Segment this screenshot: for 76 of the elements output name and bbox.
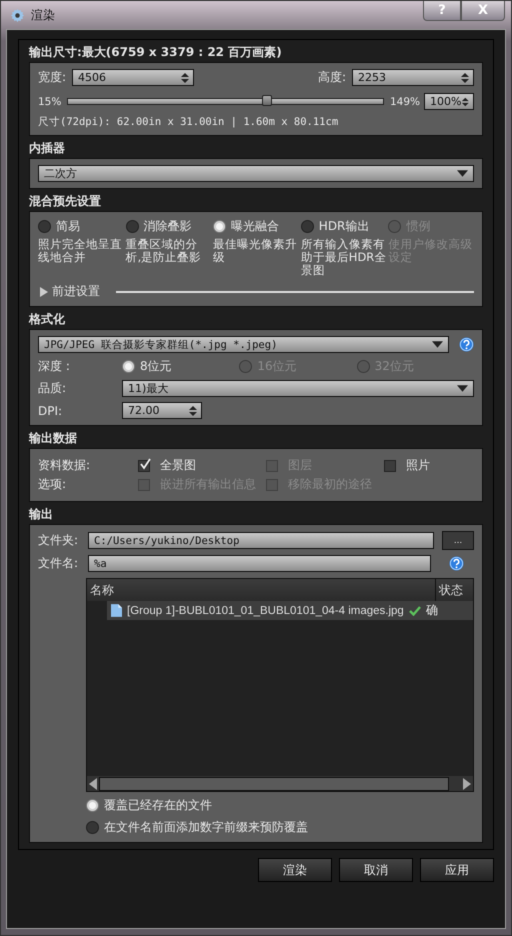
field-label: 宽度:: [38, 69, 66, 86]
field-label: 高度:: [318, 69, 346, 86]
scroll-left-icon[interactable]: [89, 778, 97, 790]
percent-spinbox[interactable]: 100%: [424, 93, 474, 110]
dialog-button[interactable]: 渲染: [258, 858, 332, 882]
field-label: 资料数据:: [38, 457, 92, 474]
spin-arrows-icon[interactable]: [460, 72, 470, 84]
field-label: 品质:: [38, 380, 68, 397]
gear-icon: [10, 8, 25, 22]
slider-thumb[interactable]: [262, 95, 272, 106]
radio-label: HDR输出: [318, 218, 370, 235]
radio-label: 简易: [56, 218, 80, 235]
field-label: 选项:: [38, 476, 68, 493]
checkbox-label: 照片: [406, 457, 430, 474]
field-label: 深度 :: [38, 358, 71, 375]
radio-button[interactable]: [213, 220, 226, 233]
format-dropdown[interactable]: JPG/JPEG 联合摄影专家群组(*.jpg *.jpeg): [38, 336, 449, 353]
section-title: 输出: [29, 506, 54, 523]
scroll-right-icon[interactable]: [463, 778, 471, 790]
section-title: 内插器: [29, 140, 66, 157]
radio-label: 消除叠影: [144, 218, 192, 235]
option-description: 最佳曝光像素升级: [213, 238, 298, 264]
dpi-spinbox[interactable]: 72.00: [122, 402, 202, 419]
file-icon: [111, 604, 122, 617]
help-icon[interactable]: [459, 337, 474, 352]
radio-button[interactable]: [38, 220, 51, 233]
radio-button[interactable]: [122, 360, 135, 373]
table-cell: 确: [426, 602, 438, 619]
horizontal-scrollbar[interactable]: [87, 776, 473, 791]
expand-icon[interactable]: [40, 286, 48, 296]
dialog-button[interactable]: 应用: [420, 858, 494, 882]
checkbox[interactable]: [384, 460, 396, 472]
spin-arrows-icon[interactable]: [180, 72, 190, 84]
height-spinbox[interactable]: 2253: [352, 69, 474, 86]
section-title: 混合预先设置: [29, 193, 102, 210]
spin-arrows-icon[interactable]: [461, 96, 470, 108]
window-title: 渲染: [31, 6, 55, 24]
width-spinbox[interactable]: 4506: [72, 69, 194, 86]
scale-slider[interactable]: [67, 98, 384, 105]
radio-label: 在文件名前面添加数字前缀来预防覆盖: [104, 819, 308, 836]
option-description: 重叠区域的分析,是防止叠影: [126, 238, 202, 264]
radio-label: 曝光融合: [231, 218, 280, 235]
option-description: 所有输入像素有助于最后HDR全景图: [300, 238, 386, 277]
slider-max-label: 149%: [390, 96, 420, 108]
radio-label: 覆盖已经存在的文件: [104, 797, 212, 814]
browse-button[interactable]: ...: [442, 531, 474, 550]
slider-min-label: 15%: [38, 96, 62, 108]
quality-dropdown[interactable]: 11)最大: [122, 380, 474, 397]
column-header[interactable]: 状态: [436, 579, 473, 601]
radio-button[interactable]: [126, 220, 139, 233]
checkmark-icon: [408, 606, 421, 616]
advanced-settings-toggle[interactable]: 前进设置: [52, 283, 100, 300]
section-title: 输出数据: [29, 430, 78, 447]
caret-icon[interactable]: [432, 341, 443, 348]
checkbox[interactable]: [138, 460, 150, 472]
filename-field[interactable]: %a: [88, 555, 431, 572]
option-description: 照片完全地呈直线地合并: [38, 238, 123, 264]
radio-label: 8位元: [140, 358, 172, 375]
dialog-button[interactable]: 取消: [339, 858, 413, 882]
spin-arrows-icon[interactable]: [188, 404, 198, 416]
table-cell: [Group 1]-BUBL0101_01_BUBL0101_04-4 images.jpg: [127, 604, 404, 616]
field-label: 文件夹:: [38, 532, 80, 549]
folder-field[interactable]: C:/Users/yukino/Desktop: [88, 532, 434, 549]
section-title: 格式化: [29, 311, 66, 328]
caret-icon[interactable]: [457, 385, 468, 392]
radio-button[interactable]: [86, 821, 99, 834]
radio-button[interactable]: [300, 220, 314, 233]
section-title: 输出尺寸:最大(6759 x 3379 : 22 百万画素): [29, 44, 283, 61]
radio-button[interactable]: [86, 799, 99, 812]
dimensions-text: 尺寸(72dpi): 62.00in x 31.00in | 1.60m x 80.11cm: [38, 115, 340, 129]
help-icon[interactable]: [449, 556, 464, 571]
checkbox-label: 全景图: [160, 457, 196, 474]
field-label: 文件名:: [38, 555, 80, 572]
interpolator-dropdown[interactable]: 二次方: [38, 165, 474, 182]
caret-icon[interactable]: [457, 170, 468, 177]
field-label: DPI:: [38, 404, 64, 418]
